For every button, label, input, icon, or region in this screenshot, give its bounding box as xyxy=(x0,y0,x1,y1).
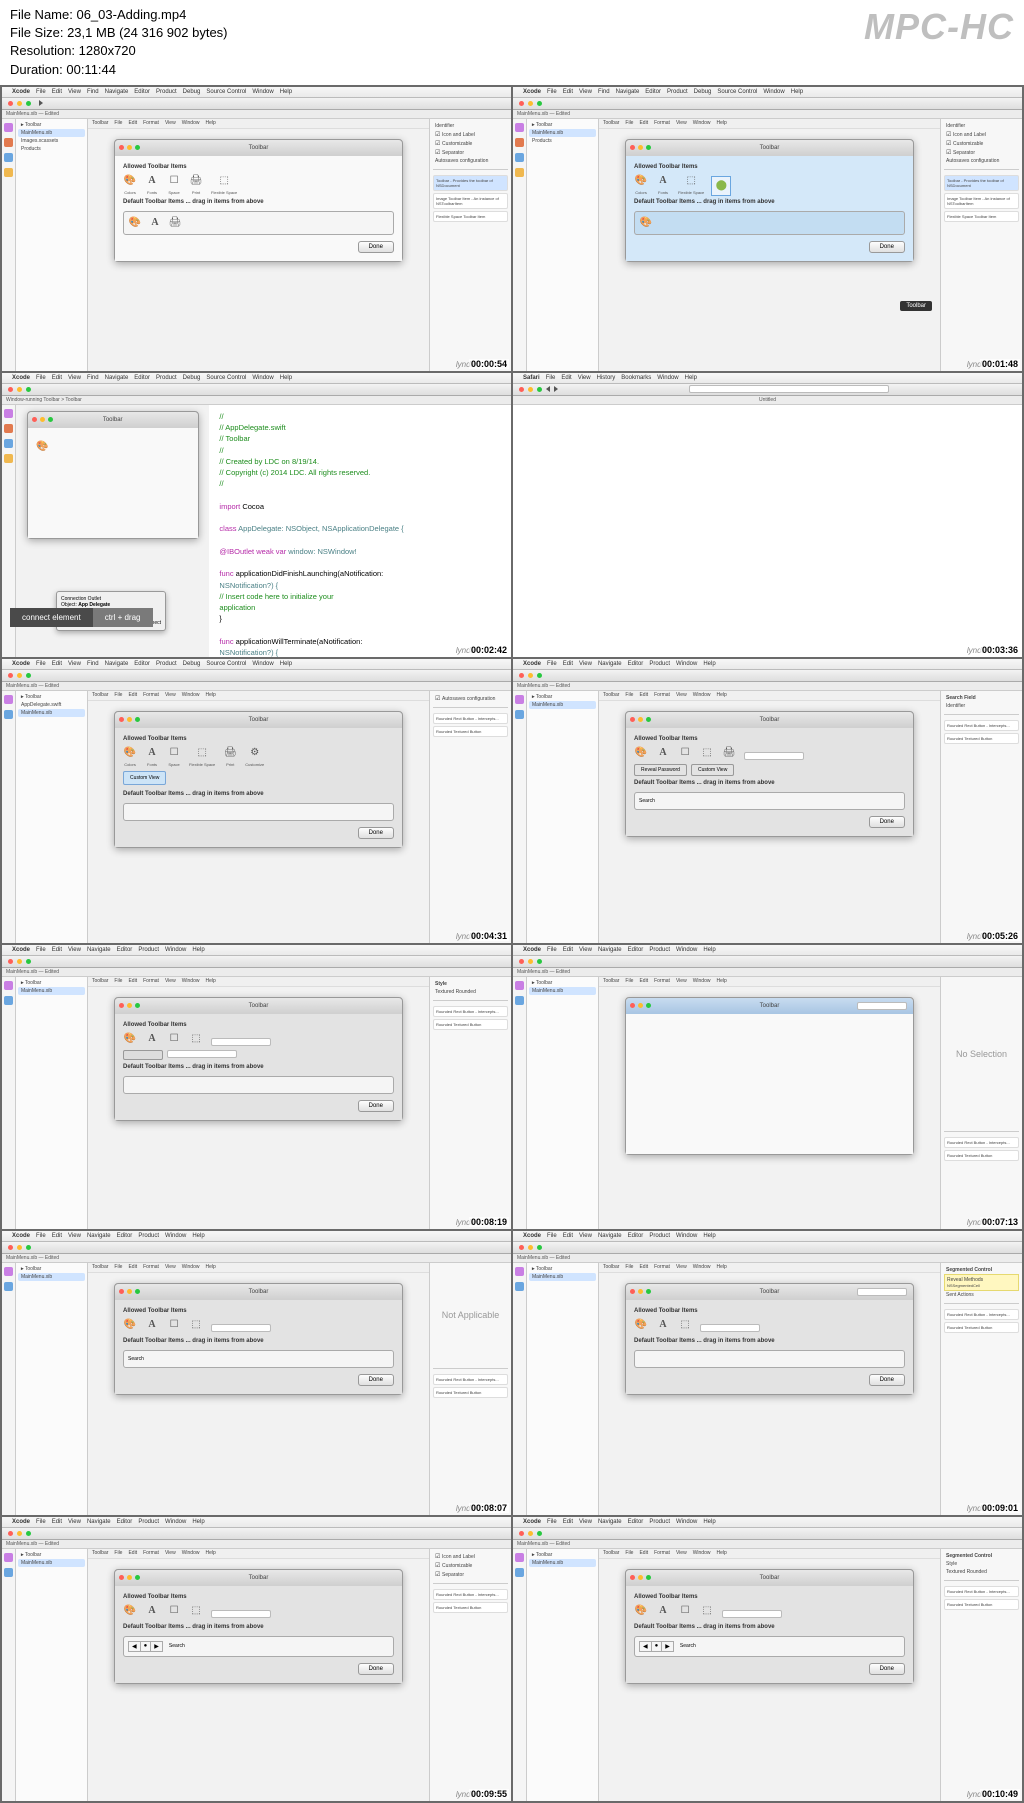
safari-toolbar[interactable] xyxy=(513,384,1022,396)
mpc-hc-logo: MPC-HC xyxy=(864,6,1014,48)
class-icon[interactable] xyxy=(4,138,13,147)
reveal-methods-highlight: Reveal Methods NSSegmentedCell xyxy=(944,1274,1019,1291)
address-bar[interactable] xyxy=(689,385,889,393)
lib-image-toolbar[interactable]: Image Toolbar Item - An instance of NSTo… xyxy=(433,193,508,209)
filesize: File Size: 23,1 MB (24 316 902 bytes) xyxy=(10,24,228,42)
thumbnail-2: XcodeFileEditViewFindNavigateEditorProdu… xyxy=(513,87,1022,371)
navigator-icons[interactable] xyxy=(2,119,16,371)
folder-icon[interactable] xyxy=(4,123,13,132)
file-tabs[interactable]: MainMenu.xib — Edited xyxy=(2,110,511,119)
hint-overlay: connect elementctrl + drag xyxy=(10,608,153,627)
toolbar-window[interactable]: Toolbar Allowed Toolbar Items 🎨Colors AF… xyxy=(114,139,403,262)
lib-flex-space[interactable]: Flexible Space Toolbar Item xyxy=(433,211,508,222)
thumbnail-grid: Xcode FileEditViewFindNavigateEditorProd… xyxy=(0,85,1024,1803)
inspector-panel[interactable]: Identifier Icon and Label Customizable S… xyxy=(429,119,511,371)
cube-icon[interactable] xyxy=(4,153,13,162)
tooltip: Toolbar xyxy=(900,301,932,311)
run-icon[interactable] xyxy=(39,100,43,106)
custom-view-slot[interactable]: Custom View xyxy=(123,771,166,785)
filename: File Name: 06_03-Adding.mp4 xyxy=(10,6,228,24)
thumbnail-12: XcodeFileEditViewNavigateEditorProductWi… xyxy=(513,1517,1022,1801)
search-field[interactable] xyxy=(744,752,804,760)
lib-toolbar[interactable]: Toolbar - Provides the toolbar of NSDocu… xyxy=(433,175,508,191)
project-navigator[interactable]: ▸ Toolbar MainMenu.xib Images.xcassets P… xyxy=(16,119,88,371)
thumbnail-10: XcodeFileEditViewNavigateEditorProductWi… xyxy=(513,1231,1022,1515)
thumbnail-7: XcodeFileEditViewNavigateEditorProductWi… xyxy=(2,945,511,1229)
assistant-editor[interactable]: // // AppDelegate.swift // Toolbar // //… xyxy=(209,405,511,657)
thumbnail-8: XcodeFileEditViewNavigateEditorProductWi… xyxy=(513,945,1022,1229)
forward-icon xyxy=(554,386,558,392)
back-icon xyxy=(546,386,550,392)
allowed-items[interactable]: 🎨Colors AFonts ☐Space 🖨Print ⬚Flexible S… xyxy=(123,174,394,195)
thumbnail-11: XcodeFileEditViewNavigateEditorProductWi… xyxy=(2,1517,511,1801)
thumbnail-6: XcodeFileEditViewNavigateEditorProductWi… xyxy=(513,659,1022,943)
file-info-header: File Name: 06_03-Adding.mp4 File Size: 2… xyxy=(0,0,1024,85)
duration: Duration: 00:11:44 xyxy=(10,61,228,79)
timestamp: 00:00:54 xyxy=(469,359,509,369)
default-items[interactable]: 🎨 A 🖨 xyxy=(123,211,394,235)
thumbnail-1: Xcode FileEditViewFindNavigateEditorProd… xyxy=(2,87,511,371)
done-button[interactable]: Done xyxy=(358,241,394,253)
thumbnail-5: XcodeFileEditViewFindNavigateEditorProdu… xyxy=(2,659,511,943)
warning-icon[interactable] xyxy=(4,168,13,177)
interface-builder[interactable]: ToolbarFileEditFormatViewWindowHelp Tool… xyxy=(88,119,429,371)
selected-toolbar-panel[interactable]: Allowed Toolbar Items 🎨Colors AFonts ⬚Fl… xyxy=(626,156,913,261)
xcode-toolbar[interactable] xyxy=(2,98,511,110)
browser-content xyxy=(513,405,1022,657)
macos-menubar: Xcode FileEditViewFindNavigateEditorProd… xyxy=(2,87,511,98)
thumbnail-9: XcodeFileEditViewNavigateEditorProductWi… xyxy=(2,1231,511,1515)
reveal-password-button[interactable]: Reveal Password xyxy=(634,764,687,776)
no-selection-label: No Selection xyxy=(944,980,1019,1128)
resolution: Resolution: 1280x720 xyxy=(10,42,228,60)
thumbnail-3: XcodeFileEditViewFindNavigateEditorProdu… xyxy=(2,373,511,657)
thumbnail-4: SafariFileEditViewHistoryBookmarksWindow… xyxy=(513,373,1022,657)
ib-menubar: ToolbarFileEditFormatViewWindowHelp xyxy=(88,119,429,129)
